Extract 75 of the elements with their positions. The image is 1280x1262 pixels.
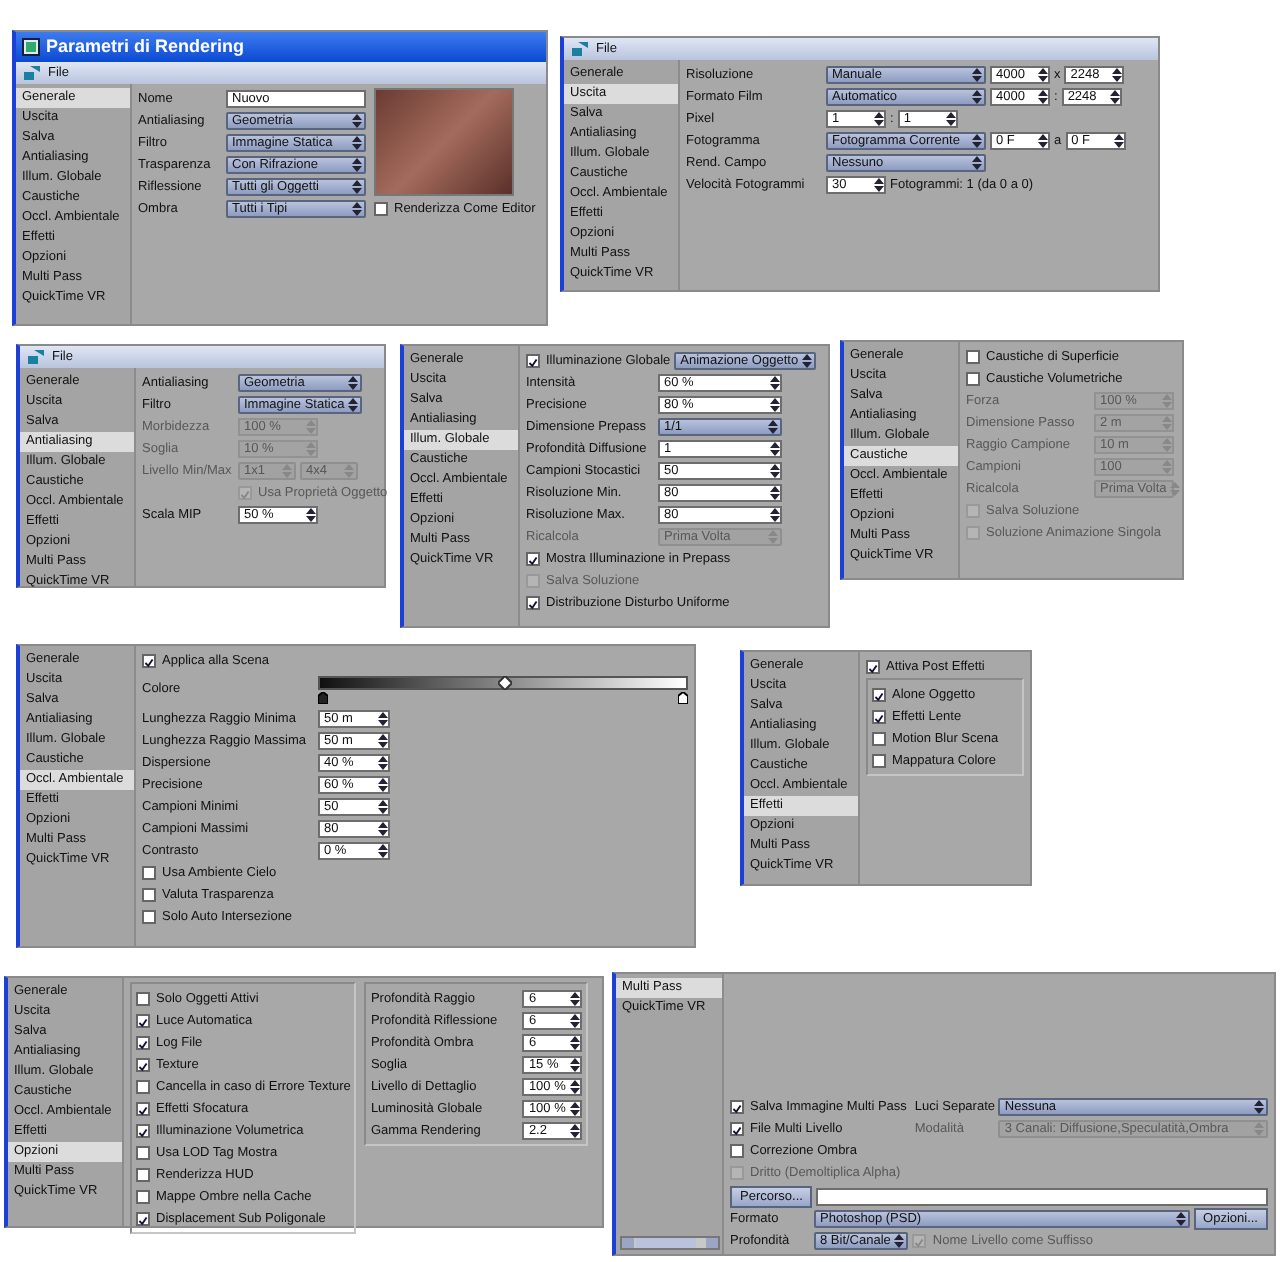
updown-arrows-icon	[344, 463, 354, 477]
diamond-handle-icon	[497, 675, 511, 689]
updown-arrows-icon	[352, 179, 362, 193]
updown-arrows-icon	[894, 1233, 905, 1247]
updown-arrows-icon	[770, 441, 780, 455]
updown-arrows-icon	[570, 1101, 581, 1115]
updown-arrows-icon	[570, 1079, 581, 1093]
updown-arrows-icon	[570, 1057, 581, 1071]
checkmark-icon	[144, 655, 154, 669]
checkmark-icon	[528, 553, 538, 567]
updown-arrows-icon	[874, 111, 884, 125]
updown-arrows-icon	[768, 529, 778, 543]
scrollbar	[620, 1236, 720, 1250]
color-stop-icon	[678, 691, 688, 703]
updown-arrows-icon	[306, 419, 316, 433]
updown-arrows-icon	[1113, 133, 1124, 147]
text-field[interactable]	[816, 1187, 1268, 1205]
updown-arrows-icon	[352, 201, 362, 215]
updown-arrows-icon	[1038, 89, 1048, 103]
updown-arrows-icon	[770, 375, 780, 389]
checkmark-icon	[528, 355, 538, 369]
updown-arrows-icon	[570, 1013, 581, 1027]
updown-arrows-icon	[1038, 67, 1048, 81]
checkmark-icon	[240, 487, 250, 501]
updown-arrows-icon	[1175, 1211, 1186, 1225]
updown-arrows-icon	[348, 375, 358, 389]
window-title: Parametri di Rendering	[46, 38, 245, 56]
updown-arrows-icon	[378, 733, 388, 747]
updown-arrows-icon	[348, 397, 359, 411]
photo-placeholder	[374, 88, 514, 196]
checkmark-icon	[528, 597, 538, 611]
menu-icon	[24, 66, 40, 80]
menu-icon	[572, 42, 588, 56]
updown-arrows-icon	[972, 133, 982, 147]
updown-arrows-icon	[972, 67, 982, 81]
updown-arrows-icon	[282, 463, 292, 477]
menu-icon	[28, 350, 44, 364]
updown-arrows-icon	[378, 843, 388, 857]
updown-arrows-icon	[874, 177, 884, 191]
updown-arrows-icon	[570, 1035, 581, 1049]
updown-arrows-icon	[1162, 459, 1172, 473]
updown-arrows-icon	[378, 711, 388, 725]
updown-arrows-icon	[378, 755, 388, 769]
updown-arrows-icon	[1162, 415, 1172, 429]
updown-arrows-icon	[1162, 393, 1172, 407]
updown-arrows-icon	[306, 441, 316, 455]
updown-arrows-icon	[378, 777, 388, 791]
updown-arrows-icon	[770, 507, 780, 521]
updown-arrows-icon	[972, 155, 982, 169]
updown-arrows-icon	[378, 821, 388, 835]
updown-arrows-icon	[1109, 89, 1120, 103]
updown-arrows-icon	[1112, 67, 1123, 81]
updown-arrows-icon	[352, 157, 362, 171]
updown-arrows-icon	[945, 111, 956, 125]
updown-arrows-icon	[1162, 437, 1172, 451]
gradient-bar[interactable]	[318, 675, 688, 689]
updown-arrows-icon	[770, 397, 780, 411]
updown-arrows-icon	[1038, 133, 1048, 147]
checkmark-icon	[138, 1213, 148, 1227]
updown-arrows-icon	[770, 463, 780, 477]
updown-arrows-icon	[802, 353, 813, 367]
color-stop-icon	[318, 691, 328, 703]
updown-arrows-icon	[570, 991, 581, 1005]
updown-arrows-icon	[1254, 1121, 1264, 1135]
updown-arrows-icon	[972, 89, 982, 103]
updown-arrows-icon	[378, 799, 388, 813]
app-icon	[22, 38, 40, 56]
checkmark-icon	[914, 1235, 925, 1249]
updown-arrows-icon	[306, 507, 316, 521]
updown-arrows-icon	[770, 485, 780, 499]
updown-arrows-icon	[352, 113, 362, 127]
updown-arrows-icon	[1254, 1099, 1264, 1113]
updown-arrows-icon	[570, 1123, 581, 1137]
updown-arrows-icon	[768, 419, 778, 433]
updown-arrows-icon	[352, 135, 362, 149]
